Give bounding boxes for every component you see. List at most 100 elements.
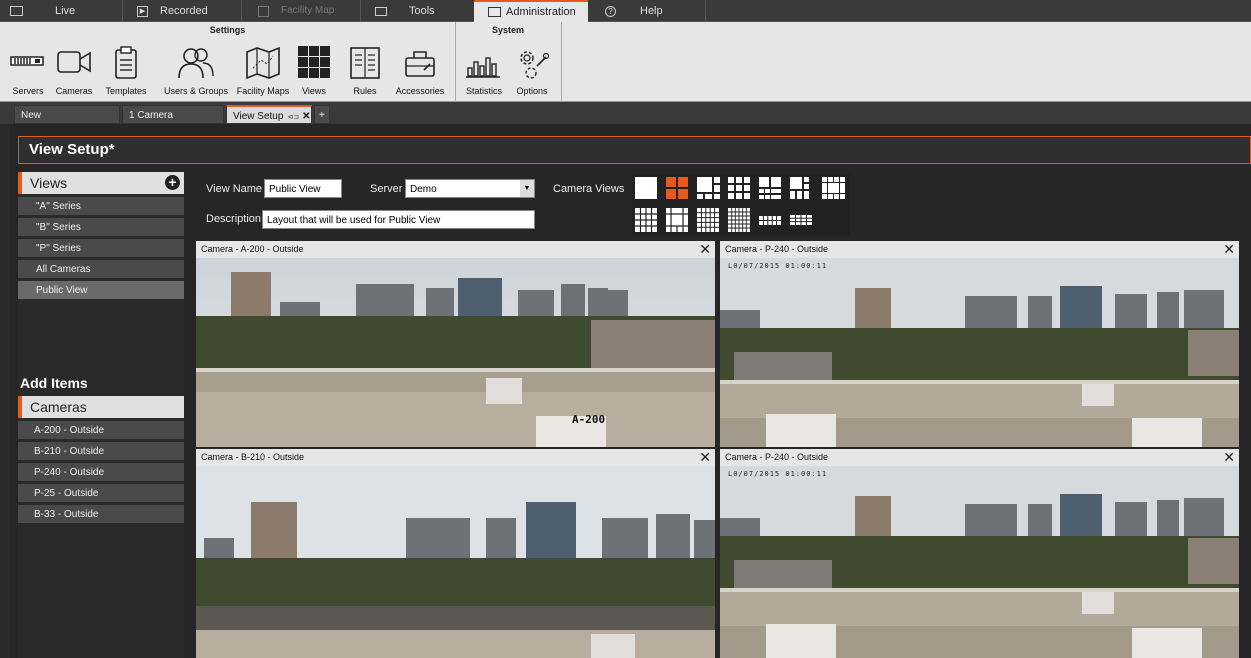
layout-wide-strip-button[interactable] xyxy=(790,215,812,225)
layout-1plus12-button[interactable] xyxy=(790,177,809,199)
users-groups-button[interactable]: Users & Groups xyxy=(160,42,232,100)
view-list-item[interactable]: "A" Series xyxy=(18,197,184,216)
close-icon[interactable]: ✕ xyxy=(302,111,310,122)
view-list-item[interactable]: "P" Series xyxy=(18,239,184,258)
monitor-icon xyxy=(10,6,23,16)
camera-feed-image: A-200 xyxy=(196,258,715,447)
accessories-icon xyxy=(405,51,435,77)
camera-panel[interactable]: Camera - A-200 - Outside ✕ A-200 xyxy=(196,241,715,447)
layout-6x6-button[interactable] xyxy=(728,208,750,232)
add-items-title: Add Items xyxy=(20,375,88,391)
description-label: Description xyxy=(206,213,262,225)
servers-button[interactable]: Servers xyxy=(8,42,48,100)
add-view-icon[interactable]: + xyxy=(165,175,180,190)
folder-icon xyxy=(488,7,501,17)
camera-feed-image: L0/07/2015 01:00:11 xyxy=(720,466,1239,658)
camera-panel-header: Camera - P-240 - Outside ✕ xyxy=(720,241,1239,258)
gear-icon xyxy=(520,51,550,79)
layout-3x3-button[interactable] xyxy=(728,177,750,199)
options-button[interactable]: Options xyxy=(510,42,554,100)
tab-facility-map[interactable]: Facility Map xyxy=(242,0,360,22)
layout-center-button[interactable] xyxy=(822,177,845,199)
tab-tools[interactable]: Tools xyxy=(361,0,473,22)
templates-button[interactable]: Templates xyxy=(98,42,154,100)
view-list-item-selected[interactable]: Public View xyxy=(18,281,184,300)
ribbon-toolbar: Settings System Servers Cameras Template… xyxy=(0,22,1251,102)
page-title: View Setup* xyxy=(18,136,1251,164)
view-list-item[interactable]: All Cameras xyxy=(18,260,184,279)
layout-1plus5-button[interactable] xyxy=(697,177,720,199)
settings-group-title: Settings xyxy=(209,25,246,35)
cameras-button[interactable]: Cameras xyxy=(50,42,98,100)
camera-panel[interactable]: Camera - B-210 - Outside ✕ xyxy=(196,449,715,658)
camera-views-label: Camera Views xyxy=(553,183,625,195)
camera-list-item[interactable]: A-200 - Outside xyxy=(18,421,184,440)
workspace-tab-bar: New Workspace⊲⊐✕ 1 Camera View⊲⊐✕ View S… xyxy=(0,102,1251,140)
layout-1x1-button[interactable] xyxy=(635,177,657,199)
map-icon xyxy=(246,46,280,80)
accessories-button[interactable]: Accessories xyxy=(392,42,448,100)
camera-list-item[interactable]: B-210 - Outside xyxy=(18,442,184,461)
camera-icon xyxy=(57,51,91,73)
help-icon: ? xyxy=(605,5,616,17)
timestamp-overlay: L0/07/2015 01:00:11 xyxy=(728,470,828,478)
camera-list-item[interactable]: P-25 - Outside xyxy=(18,484,184,503)
pin-icon[interactable]: ⊲⊐ xyxy=(287,114,299,121)
rules-button[interactable]: Rules xyxy=(340,42,390,100)
clipboard-icon xyxy=(115,46,137,79)
description-input[interactable]: Layout that will be used for Public View xyxy=(262,210,535,229)
system-group-title: System xyxy=(491,25,525,35)
users-icon xyxy=(178,48,214,79)
workspace-tab-view-setup[interactable]: View Setup ⊲⊐ ✕ xyxy=(226,105,312,124)
facility-maps-button[interactable]: Facility Maps xyxy=(234,42,292,100)
close-icon[interactable]: ✕ xyxy=(699,449,711,465)
layout-5x5-button[interactable] xyxy=(697,208,719,232)
chart-icon xyxy=(466,57,500,78)
cameras-section-header: Cameras xyxy=(18,396,184,418)
close-icon[interactable]: ✕ xyxy=(699,241,711,257)
rules-icon xyxy=(350,47,380,79)
timestamp-overlay: L0/07/2015 01:00:11 xyxy=(728,262,828,270)
camera-panel[interactable]: Camera - P-240 - Outside ✕ L0/07/2015 01:… xyxy=(720,241,1239,447)
tab-recorded[interactable]: ▶ Recorded xyxy=(123,0,241,22)
camera-panel-header: Camera - P-240 - Outside ✕ xyxy=(720,449,1239,466)
main-menu-bar: Live ▶ Recorded Facility Map Tools Admin… xyxy=(0,0,1251,22)
view-name-label: View Name xyxy=(206,183,263,195)
camera-feed-image: L0/07/2015 01:00:11 xyxy=(720,258,1239,447)
server-label: Server xyxy=(370,183,403,195)
grid-icon xyxy=(298,46,330,78)
camera-layout-picker xyxy=(632,174,850,236)
server-icon xyxy=(10,56,44,66)
camera-panel-header: Camera - A-200 - Outside ✕ xyxy=(196,241,715,258)
tab-administration[interactable]: Administration xyxy=(474,0,588,22)
camera-list-item[interactable]: P-240 - Outside xyxy=(18,463,184,482)
tab-help[interactable]: ? Help xyxy=(589,0,705,22)
layout-4x4-button[interactable] xyxy=(635,208,657,232)
close-icon[interactable]: ✕ xyxy=(1223,449,1235,465)
toolbox-icon xyxy=(375,6,387,16)
layout-1plus15-button[interactable] xyxy=(666,208,688,232)
camera-panel[interactable]: Camera - P-240 - Outside ✕ L0/07/2015 01:… xyxy=(720,449,1239,658)
map-icon xyxy=(258,5,269,17)
layout-2plus8-button[interactable] xyxy=(759,177,781,199)
view-list-item[interactable]: "B" Series xyxy=(18,218,184,237)
server-select[interactable]: Demo ▼ xyxy=(405,179,535,198)
play-icon: ▶ xyxy=(137,5,148,17)
views-section-header: Views + xyxy=(18,172,184,194)
camera-panel-header: Camera - B-210 - Outside ✕ xyxy=(196,449,715,466)
workspace-tab-new-workspace[interactable]: New Workspace⊲⊐✕ xyxy=(14,105,120,140)
workspace-tab-1-camera-view[interactable]: 1 Camera View⊲⊐✕ xyxy=(122,105,224,140)
left-panel: Views + "A" Series "B" Series "P" Series… xyxy=(18,172,184,658)
close-icon[interactable]: ✕ xyxy=(1223,241,1235,257)
statistics-button[interactable]: Statistics xyxy=(462,42,506,100)
chevron-down-icon[interactable]: ▼ xyxy=(520,180,534,197)
camera-id-stamp: A-200 xyxy=(572,413,606,426)
view-name-input[interactable]: Public View xyxy=(264,179,342,198)
views-button[interactable]: Views xyxy=(296,42,332,100)
camera-feed-image xyxy=(196,466,715,658)
layout-2x2-button[interactable] xyxy=(666,177,688,199)
add-workspace-tab-button[interactable]: + xyxy=(314,105,330,124)
tab-live[interactable]: Live xyxy=(0,0,122,22)
camera-list-item[interactable]: B-33 - Outside xyxy=(18,505,184,524)
layout-strip-button[interactable] xyxy=(759,216,781,225)
